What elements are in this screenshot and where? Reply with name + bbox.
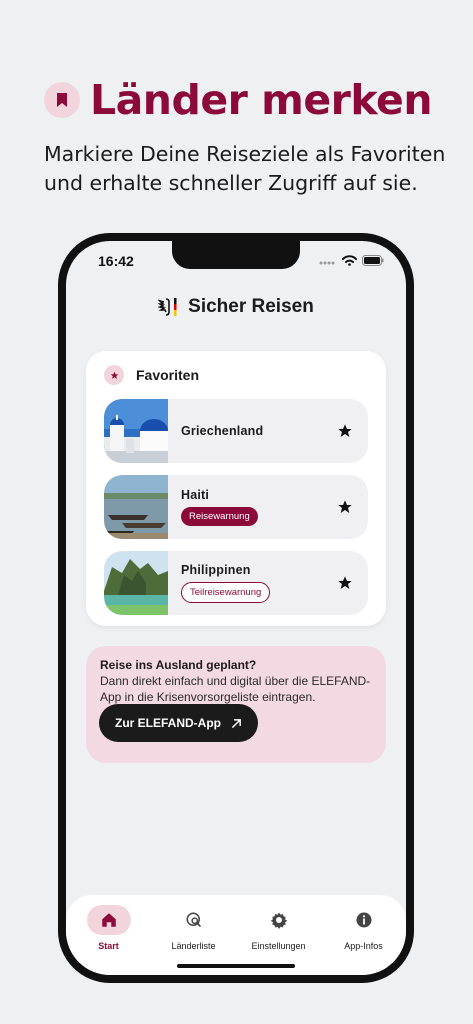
phone-screen: 16:42 Sicher Reisen Favoriten Griechenla… <box>66 241 406 975</box>
tab-label: Einstellungen <box>251 941 306 951</box>
country-info: Haiti Reisewarnung <box>168 488 328 526</box>
country-name: Philippinen <box>181 563 251 577</box>
tab-app-infos[interactable]: App-Infos <box>324 905 404 975</box>
tab-label: Länderliste <box>171 941 216 951</box>
globe-search-icon <box>172 905 216 935</box>
wifi-icon <box>342 255 357 266</box>
promo-subtitle: Markiere Deine Reiseziele als Favoriten … <box>44 142 446 195</box>
favorite-row-griechenland[interactable]: Griechenland <box>104 399 368 463</box>
battery-icon <box>362 255 384 266</box>
favorites-title: Favoriten <box>136 367 200 383</box>
promo-title-row: Länder merken <box>44 76 433 124</box>
info-icon <box>342 905 386 935</box>
star-icon[interactable] <box>328 423 362 439</box>
country-name: Haiti <box>181 488 210 502</box>
external-link-icon <box>232 718 241 728</box>
app-title: Sicher Reisen <box>188 296 314 317</box>
status-icons <box>319 255 384 266</box>
santorini-photo <box>104 399 168 463</box>
gear-icon <box>257 905 301 935</box>
elefand-title: Reise ins Ausland geplant? <box>100 658 257 672</box>
tab-bar: Start Länderliste Einstellungen App-Info… <box>66 895 406 975</box>
elefand-text: Dann direkt einfach und digital über die… <box>100 674 371 704</box>
country-name: Griechenland <box>181 424 264 438</box>
tab-label: Start <box>98 941 119 951</box>
country-info: Griechenland <box>168 424 328 438</box>
favorites-card: Favoriten Griechenland Haiti Reisewarnun… <box>86 351 386 626</box>
favorites-header: Favoriten <box>104 365 199 385</box>
status-time: 16:42 <box>98 253 134 269</box>
signal-icon <box>319 261 335 264</box>
tab-start[interactable]: Start <box>69 905 149 975</box>
tab-label: App-Infos <box>344 941 383 951</box>
home-icon <box>86 905 131 935</box>
lagoon-cliffs-photo <box>104 551 168 615</box>
boats-beach-photo <box>104 475 168 539</box>
promo-title: Länder merken <box>90 76 433 124</box>
federal-eagle-icon <box>158 298 177 316</box>
star-icon[interactable] <box>328 575 362 591</box>
star-icon[interactable] <box>328 499 362 515</box>
home-indicator <box>177 964 295 968</box>
star-icon <box>104 365 124 385</box>
travel-warning-badge: Reisewarnung <box>181 507 258 526</box>
notch <box>172 241 300 269</box>
bookmark-icon <box>44 82 80 118</box>
elefand-app-button[interactable]: Zur ELEFAND-App <box>99 704 258 742</box>
favorite-row-philippinen[interactable]: Philippinen Teilreisewarnung <box>104 551 368 615</box>
elefand-info-card: Reise ins Ausland geplant? Dann direkt e… <box>86 646 386 763</box>
partial-travel-warning-badge: Teilreisewarnung <box>181 582 271 603</box>
country-info: Philippinen Teilreisewarnung <box>168 563 328 603</box>
elefand-button-label: Zur ELEFAND-App <box>115 716 221 730</box>
app-header: Sicher Reisen <box>66 296 406 318</box>
favorite-row-haiti[interactable]: Haiti Reisewarnung <box>104 475 368 539</box>
